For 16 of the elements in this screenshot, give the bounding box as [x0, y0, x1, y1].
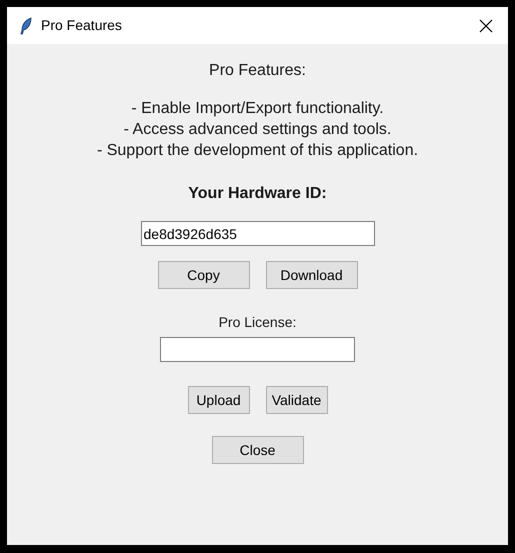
feature-text: - Access advanced settings and tools. — [124, 120, 392, 140]
window-title: Pro Features — [41, 16, 122, 35]
license-label: Pro License: — [218, 313, 296, 331]
action-button[interactable]: Download — [266, 261, 358, 289]
close-button[interactable]: Close — [212, 436, 304, 464]
feature-text: - Enable Import/Export functionality. — [131, 99, 384, 119]
action-button[interactable]: Validate — [266, 386, 328, 414]
feather-icon — [19, 16, 33, 34]
hardware-id-field[interactable]: de8d3926d635 — [140, 221, 374, 246]
heading-text: Pro Features: — [209, 61, 306, 81]
action-button[interactable]: Copy — [158, 261, 250, 289]
feature-text: - Support the development of this application. — [96, 141, 418, 161]
license-field[interactable] — [160, 337, 355, 362]
action-button[interactable]: Upload — [188, 386, 250, 414]
hardware-id-label: Your Hardware ID: — [188, 184, 327, 204]
close-icon[interactable] — [478, 18, 494, 34]
